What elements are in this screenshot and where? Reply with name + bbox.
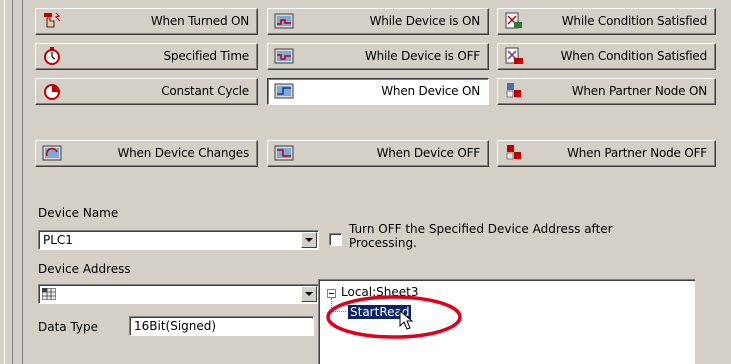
trigger-label: When Turned ON [150, 14, 249, 28]
device-chart-icon [274, 13, 294, 29]
trigger-label: While Device is ON [369, 14, 481, 28]
partner-node-icon [506, 83, 521, 98]
condition-icon [505, 12, 522, 29]
trigger-button-while-device-is-off[interactable]: While Device is OFF [267, 43, 489, 70]
trigger-button-specified-time[interactable]: Specified Time [35, 43, 258, 70]
cycle-icon [44, 84, 60, 100]
device-tree[interactable]: Local:Sheet3 StartRead [318, 279, 695, 364]
device-name-value: PLC1 [43, 233, 73, 247]
device-address-combobox[interactable] [38, 284, 319, 304]
turn-off-label: Processing. [349, 236, 417, 250]
left-frame [0, 0, 22, 364]
device-name-label: Device Name [38, 206, 119, 220]
data-type-label: Data Type [38, 320, 99, 334]
highlight-circle [326, 295, 462, 339]
trigger-button-when-turned-on[interactable]: When Turned ON [35, 8, 258, 35]
trigger-label: When Device OFF [376, 146, 481, 160]
trigger-label: When Partner Node OFF [567, 146, 707, 160]
trigger-label: Specified Time [163, 49, 250, 63]
device-change-icon [42, 145, 62, 161]
turn-off-checkbox[interactable] [329, 233, 342, 246]
data-type-value: 16Bit(Signed) [134, 319, 217, 333]
data-type-field[interactable]: 16Bit(Signed) [129, 316, 314, 336]
chevron-down-icon[interactable] [301, 286, 317, 302]
trigger-label: When Device Changes [117, 146, 249, 160]
turn-off-label: Turn OFF the Specified Device Address af… [349, 222, 613, 236]
device-on-icon [274, 83, 294, 99]
frame-line [4, 0, 5, 364]
trigger-button-when-device-on[interactable]: When Device ON [267, 78, 489, 105]
hand-bolt-icon [44, 12, 61, 28]
trigger-label: While Condition Satisfied [561, 14, 707, 28]
trigger-button-when-device-changes[interactable]: When Device Changes [35, 140, 258, 167]
chevron-down-icon[interactable] [301, 232, 317, 248]
trigger-button-when-device-off[interactable]: When Device OFF [267, 140, 489, 167]
stopwatch-icon [44, 47, 60, 65]
trigger-label: When Partner Node ON [571, 84, 707, 98]
frame-line [12, 0, 13, 364]
device-chart-icon [274, 48, 294, 64]
condition-ok-icon [505, 47, 523, 64]
device-name-combobox[interactable]: PLC1 [38, 230, 319, 250]
address-grid-icon[interactable] [42, 288, 56, 300]
partner-node-off-icon [506, 145, 521, 160]
trigger-button-while-condition-satisfied[interactable]: While Condition Satisfied [497, 8, 716, 35]
trigger-button-while-device-is-on[interactable]: While Device is ON [267, 8, 489, 35]
trigger-button-when-partner-node-on[interactable]: When Partner Node ON [497, 78, 716, 105]
trigger-label: When Device ON [381, 84, 480, 98]
trigger-label: While Device is OFF [364, 49, 480, 63]
trigger-button-when-condition-satisfied[interactable]: When Condition Satisfied [497, 43, 716, 70]
trigger-label: Constant Cycle [161, 84, 249, 98]
trigger-label: When Condition Satisfied [560, 49, 708, 63]
trigger-button-when-partner-node-off[interactable]: When Partner Node OFF [497, 140, 716, 167]
device-address-label: Device Address [38, 262, 131, 276]
trigger-button-constant-cycle[interactable]: Constant Cycle [35, 78, 258, 105]
action-trigger-panel: When Turned ON While Device is ON While … [22, 0, 731, 364]
device-off-icon [274, 145, 294, 161]
